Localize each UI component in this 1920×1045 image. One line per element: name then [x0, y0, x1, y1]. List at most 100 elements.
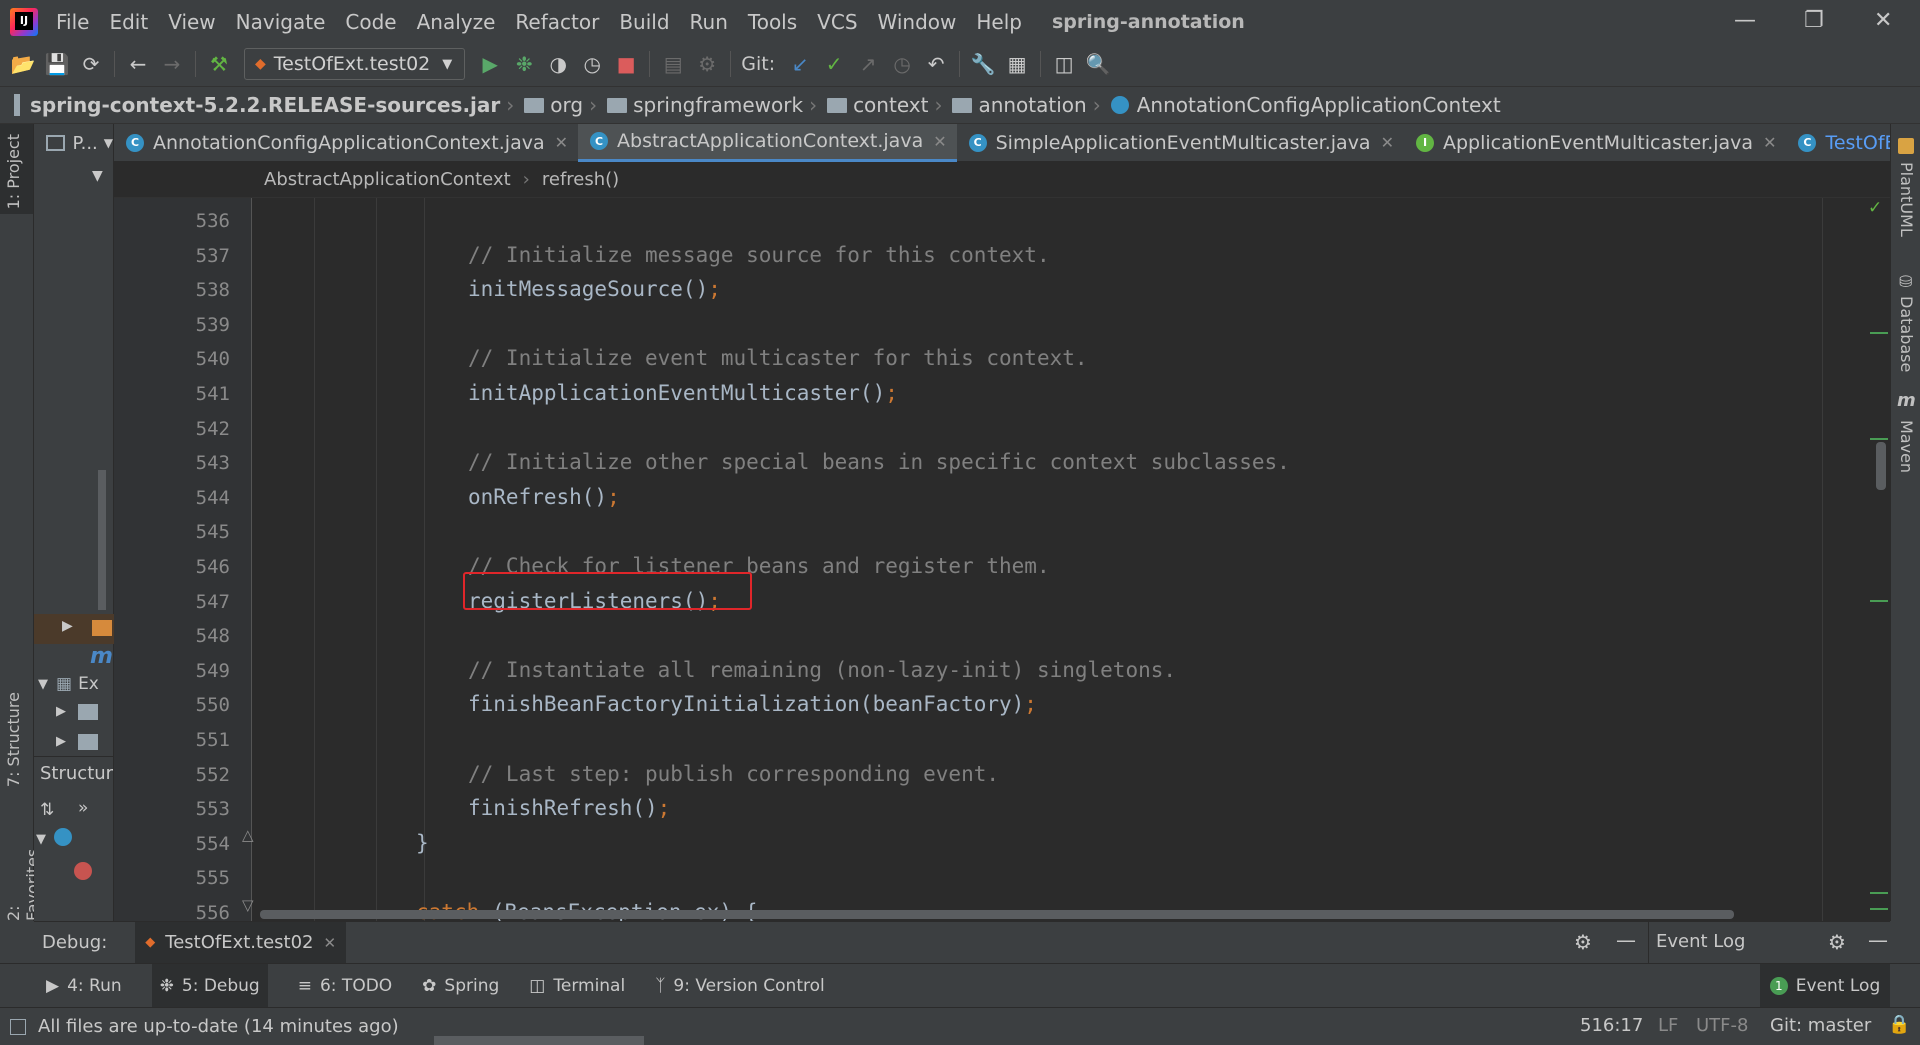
tool-todo-tab[interactable]: ≡ 6: TODO: [298, 976, 392, 996]
event-log-settings-gear-icon[interactable]: ⚙: [1828, 930, 1846, 954]
menu-file[interactable]: File: [56, 10, 89, 34]
inspection-ok-icon[interactable]: ✓: [1868, 198, 1882, 218]
menu-edit[interactable]: Edit: [109, 10, 148, 34]
breadcrumb-class[interactable]: AbstractApplicationContext: [264, 169, 511, 190]
menu-view[interactable]: View: [168, 10, 215, 34]
tool-structure[interactable]: 7: Structure: [4, 692, 23, 787]
run-configuration-selector[interactable]: ◆ TestOfExt.test02 ▼: [244, 48, 466, 80]
debug-icon[interactable]: ❉: [507, 47, 541, 81]
git-commit-icon[interactable]: ✓: [817, 47, 851, 81]
forward-icon[interactable]: →: [155, 47, 189, 81]
debug-session-tab[interactable]: ◆ TestOfExt.test02 ✕: [135, 921, 347, 964]
build-hammer-icon[interactable]: ⚒: [202, 47, 236, 81]
sync-icon[interactable]: ⟳: [74, 47, 108, 81]
search-icon[interactable]: 🔍: [1081, 47, 1115, 81]
git-branch[interactable]: Git: master: [1770, 1015, 1871, 1036]
menu-analyze[interactable]: Analyze: [417, 10, 496, 34]
tab-application-event-multicaster[interactable]: I ApplicationEventMulticaster.java ✕: [1404, 124, 1786, 162]
tab-annotation-config[interactable]: C AnnotationConfigApplicationContext.jav…: [114, 124, 578, 162]
collapse-arrow-icon[interactable]: ▼: [38, 677, 48, 692]
breadcrumb-class[interactable]: AnnotationConfigApplicationContext: [1101, 93, 1501, 117]
git-rollback-icon[interactable]: ↶: [919, 47, 953, 81]
breadcrumb-context[interactable]: context: [817, 93, 928, 117]
close-tab-icon[interactable]: ✕: [555, 133, 568, 152]
menu-navigate[interactable]: Navigate: [236, 10, 326, 34]
tab-simple-application-event-multicaster[interactable]: C SimpleApplicationEventMulticaster.java…: [957, 124, 1404, 162]
tool-debug-tab[interactable]: ❉ 5: Debug: [151, 963, 268, 1008]
git-update-icon[interactable]: ↙: [783, 47, 817, 81]
lock-icon[interactable]: 🔒: [1888, 1014, 1910, 1035]
tool-database[interactable]: Database: [1897, 296, 1916, 372]
menu-run[interactable]: Run: [690, 10, 728, 34]
back-icon[interactable]: ←: [121, 47, 155, 81]
collapse-arrow-icon[interactable]: ▼: [36, 832, 46, 847]
line-separator[interactable]: LF: [1658, 1015, 1678, 1036]
tool-event-log-tab[interactable]: 1 Event Log: [1760, 964, 1890, 1008]
close-window-icon[interactable]: ✕: [1874, 8, 1892, 33]
git-push-icon[interactable]: ↗: [851, 47, 885, 81]
intellij-logo-icon: [10, 7, 38, 36]
tool-project[interactable]: 1: Project: [4, 134, 23, 209]
tool-maven[interactable]: Maven: [1897, 420, 1916, 473]
tool-version-control-tab[interactable]: ᛉ 9: Version Control: [655, 976, 825, 996]
minimize-icon[interactable]: —: [1734, 8, 1756, 33]
close-tab-icon[interactable]: ✕: [1763, 133, 1776, 152]
status-scroll-thumb[interactable]: [434, 1036, 644, 1045]
project-structure-icon[interactable]: ▦: [1000, 47, 1034, 81]
code-editor[interactable]: // Initialize message source for this co…: [114, 198, 1890, 921]
expand-arrow-icon[interactable]: ▶: [56, 734, 66, 749]
close-tab-icon[interactable]: ✕: [324, 934, 337, 952]
coverage-icon[interactable]: ◑: [541, 47, 575, 81]
close-tab-icon[interactable]: ✕: [933, 132, 946, 151]
sort-icon[interactable]: ⇅: [40, 800, 54, 820]
menu-build[interactable]: Build: [619, 10, 669, 34]
breadcrumb-jar[interactable]: spring-context-5.2.2.RELEASE-sources.jar: [30, 93, 500, 117]
project-scrollbar[interactable]: [98, 470, 106, 610]
tool-run-tab[interactable]: ▶ 4: Run: [46, 976, 122, 996]
breadcrumb-org[interactable]: org: [514, 93, 583, 117]
breadcrumb-springframework[interactable]: springframework: [597, 93, 803, 117]
breadcrumb-annotation[interactable]: annotation: [942, 93, 1087, 117]
tool-terminal-tab[interactable]: ◫ Terminal: [529, 976, 625, 996]
caret-position[interactable]: 516:17: [1580, 1015, 1643, 1036]
tool-plantuml[interactable]: PlantUML: [1897, 162, 1916, 237]
fold-marker-icon[interactable]: ▽: [242, 896, 254, 914]
tab-abstract-application-context[interactable]: C AbstractApplicationContext.java ✕: [578, 123, 957, 162]
project-panel-header[interactable]: P... ▼: [34, 124, 113, 162]
dropdown-arrow-icon[interactable]: ▼: [92, 168, 103, 184]
file-encoding[interactable]: UTF-8: [1696, 1015, 1748, 1036]
event-log-hide-icon[interactable]: —: [1868, 928, 1888, 952]
breadcrumb-method[interactable]: refresh(): [542, 169, 619, 190]
profile-icon[interactable]: ◷: [575, 47, 609, 81]
stop-icon[interactable]: ■: [609, 47, 643, 81]
menu-tools[interactable]: Tools: [748, 10, 797, 34]
menu-code[interactable]: Code: [345, 10, 396, 34]
vertical-scrollbar[interactable]: [1876, 442, 1886, 490]
selected-tree-row[interactable]: ▶: [34, 614, 114, 644]
debug-hide-icon[interactable]: —: [1616, 928, 1636, 952]
attach-debugger-icon[interactable]: ▤: [656, 47, 690, 81]
debug-settings-gear-icon[interactable]: ⚙: [1574, 930, 1592, 954]
tool-spring-tab[interactable]: ✿ Spring: [422, 976, 499, 996]
terminal-window-icon[interactable]: ◫: [1047, 47, 1081, 81]
horizontal-scrollbar[interactable]: [260, 910, 1734, 919]
expand-arrow-icon[interactable]: ▶: [62, 618, 73, 634]
open-folder-icon[interactable]: 📂: [6, 47, 40, 81]
restore-icon[interactable]: ❐: [1804, 8, 1824, 33]
run-icon[interactable]: ▶: [473, 47, 507, 81]
tool-windows-toggle-icon[interactable]: [10, 1018, 26, 1035]
menu-help[interactable]: Help: [976, 10, 1022, 34]
menu-vcs[interactable]: VCS: [817, 10, 857, 34]
menu-window[interactable]: Window: [878, 10, 957, 34]
menu-refactor[interactable]: Refactor: [515, 10, 599, 34]
fold-marker-icon[interactable]: △: [242, 826, 254, 844]
settings-wrench-icon[interactable]: 🔧: [966, 47, 1000, 81]
toolbar-separator: [195, 51, 196, 77]
expand-arrow-icon[interactable]: ▶: [56, 704, 66, 719]
tree-item-ex[interactable]: ▼ ▦ Ex: [34, 674, 99, 694]
close-tab-icon[interactable]: ✕: [1381, 133, 1394, 152]
save-all-icon[interactable]: 💾: [40, 47, 74, 81]
git-history-icon[interactable]: ◷: [885, 47, 919, 81]
more-chevron-icon[interactable]: »: [78, 798, 88, 818]
dump-threads-icon[interactable]: ⚙: [690, 47, 724, 81]
